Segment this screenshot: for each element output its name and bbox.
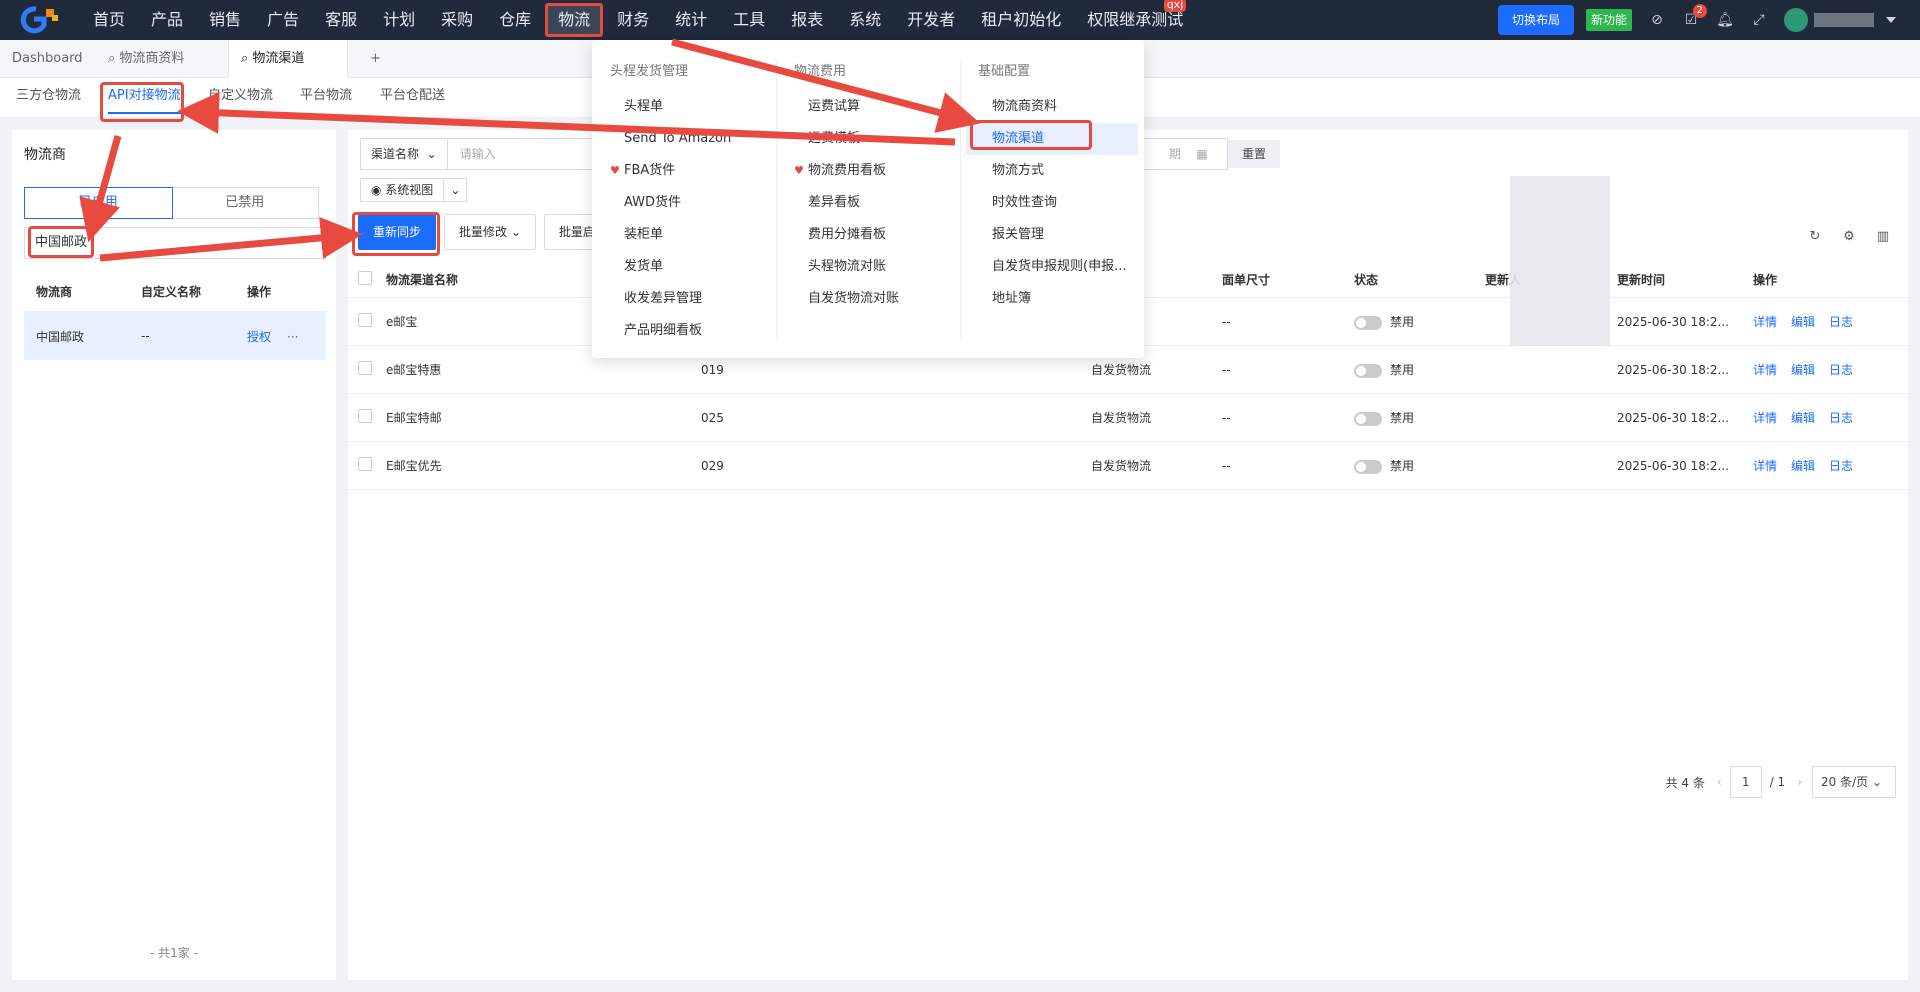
annotation-arrows xyxy=(79,38,981,262)
arrow-menu-to-channel xyxy=(671,38,981,133)
arrow-search-to-resync xyxy=(99,216,363,262)
arrow-tab-to-search xyxy=(79,135,122,243)
arrow-channel-to-tab xyxy=(177,91,956,146)
